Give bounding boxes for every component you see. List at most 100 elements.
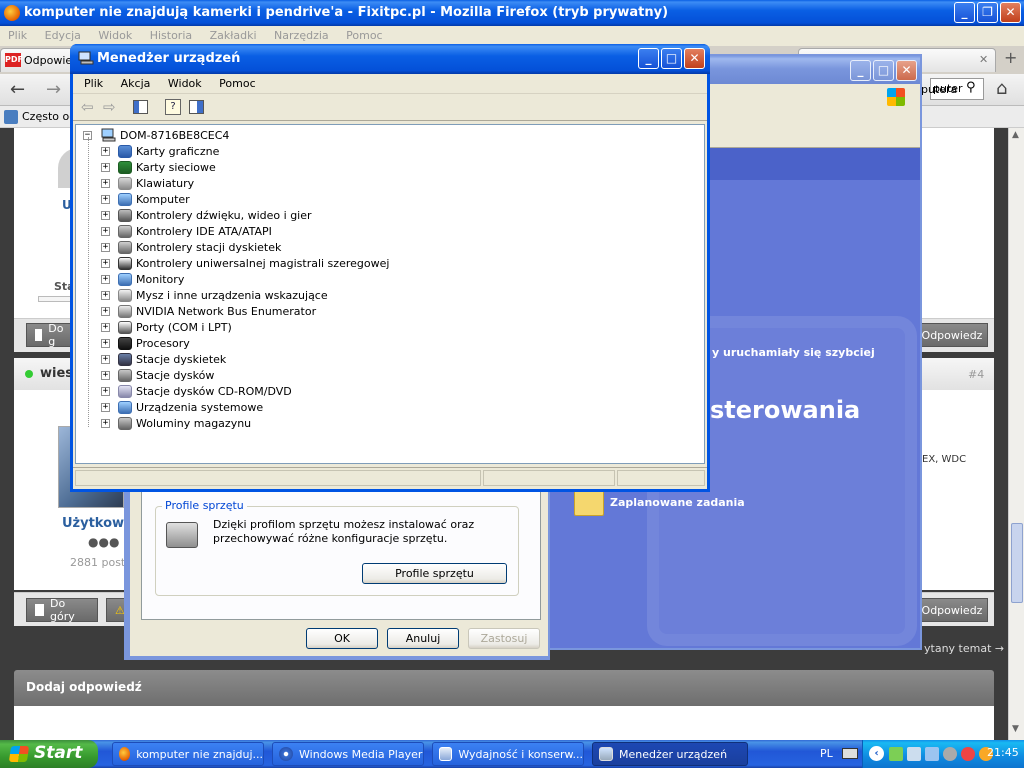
tree-item[interactable]: + Karty sieciowe <box>101 159 216 175</box>
tree-item[interactable]: + NVIDIA Network Bus Enumerator <box>101 303 316 319</box>
start-button[interactable]: Start <box>0 740 98 768</box>
dm-properties-icon[interactable] <box>189 100 204 114</box>
tree-item[interactable]: + Karty graficzne <box>101 143 219 159</box>
expand-icon[interactable]: + <box>101 194 110 204</box>
language-indicator[interactable]: PL <box>820 747 833 760</box>
firefox-scrollbar[interactable]: ▲ ▼ <box>1008 128 1024 740</box>
dm-back-icon[interactable]: ⇦ <box>81 98 94 116</box>
scroll-up-arrow-icon[interactable]: ▲ <box>1012 130 1019 140</box>
expand-icon[interactable]: + <box>101 306 110 316</box>
expand-icon[interactable]: + <box>101 354 110 364</box>
firefox-minimize-button[interactable]: _ <box>954 2 975 23</box>
reply-button-2[interactable]: Odpowiedz <box>916 598 988 622</box>
dm-minimize-button[interactable]: _ <box>638 48 659 69</box>
user2-name[interactable]: Użytkown <box>62 516 133 531</box>
up-top-button-2[interactable]: Do góry <box>26 597 98 623</box>
dm-menu-akcja[interactable]: Akcja <box>121 77 151 90</box>
cp-close-button[interactable]: ✕ <box>896 60 917 81</box>
home-icon[interactable]: ⌂ <box>996 78 1007 99</box>
tree-item[interactable]: + Urządzenia systemowe <box>101 399 263 415</box>
taskbar-item-firefox[interactable]: komputer nie znajduj... <box>112 742 264 766</box>
bookmark-label[interactable]: Często od <box>22 110 76 123</box>
reply-button-1[interactable]: Odpowiedz <box>916 323 988 347</box>
tree-item[interactable]: + Mysz i inne urządzenia wskazujące <box>101 287 328 303</box>
firefox-restore-button[interactable]: ❐ <box>977 2 998 23</box>
menu-pomoc[interactable]: Pomoc <box>346 29 382 42</box>
tray-network-icon[interactable] <box>889 747 903 761</box>
expand-icon[interactable]: + <box>101 338 110 348</box>
tree-item[interactable]: + Woluminy magazynu <box>101 415 251 431</box>
tray-pen-icon[interactable] <box>907 747 921 761</box>
device-manager-title-bar[interactable]: Menedżer urządzeń _ □ ✕ <box>70 44 710 74</box>
expand-icon[interactable]: + <box>101 210 110 220</box>
expand-icon[interactable]: + <box>101 162 110 172</box>
tab-close-icon[interactable]: ✕ <box>979 53 988 66</box>
new-tab-button[interactable]: + <box>1004 48 1017 67</box>
tree-item[interactable]: + Stacje dyskietek <box>101 351 226 367</box>
cancel-button[interactable]: Anuluj <box>387 628 459 649</box>
hardware-profiles-button[interactable]: Profile sprzętu <box>362 563 507 584</box>
up-top-button-1[interactable]: Do g <box>26 322 76 348</box>
expand-icon[interactable]: + <box>101 226 110 236</box>
tray-bluetooth-icon[interactable] <box>925 747 939 761</box>
dm-forward-icon[interactable]: ⇨ <box>103 98 116 116</box>
back-arrow-icon[interactable]: ← <box>10 79 25 100</box>
ok-button[interactable]: OK <box>306 628 378 649</box>
dm-help-properties-icon[interactable]: ? <box>165 99 181 115</box>
scheduled-tasks-link[interactable]: Zaplanowane zadania <box>610 496 745 509</box>
tree-item[interactable]: + Klawiatury <box>101 175 194 191</box>
post-number[interactable]: #4 <box>968 368 984 381</box>
expand-icon[interactable]: + <box>101 274 110 284</box>
device-tree[interactable]: − DOM-8716BE8CEC4 + Karty graficzne + Karty… <box>75 124 705 464</box>
expand-icon[interactable]: + <box>101 418 110 428</box>
taskbar-item-media-player[interactable]: Windows Media Player <box>272 742 424 766</box>
menu-edycja[interactable]: Edycja <box>45 29 81 42</box>
expand-icon[interactable]: + <box>101 402 110 412</box>
tray-expand-icon[interactable]: ‹ <box>869 746 884 761</box>
keyboard-layout-icon[interactable] <box>842 748 858 759</box>
firefox-close-button[interactable]: ✕ <box>1000 2 1021 23</box>
dm-menu-plik[interactable]: Plik <box>84 77 103 90</box>
cp-maximize-button[interactable]: □ <box>873 60 894 81</box>
tree-item[interactable]: + Stacje dysków <box>101 367 214 383</box>
tree-root[interactable]: − DOM-8716BE8CEC4 <box>83 127 229 143</box>
menu-widok[interactable]: Widok <box>98 29 132 42</box>
menu-historia[interactable]: Historia <box>150 29 192 42</box>
tree-item[interactable]: + Stacje dysków CD-ROM/DVD <box>101 383 292 399</box>
dm-maximize-button[interactable]: □ <box>661 48 682 69</box>
tree-item[interactable]: + Komputer <box>101 191 190 207</box>
expand-icon[interactable]: + <box>101 258 110 268</box>
clock[interactable]: 21:45 <box>987 746 1019 759</box>
tree-item[interactable]: + Kontrolery IDE ATA/ATAPI <box>101 223 272 239</box>
tree-item[interactable]: + Kontrolery uniwersalnej magistrali szer… <box>101 255 389 271</box>
forward-arrow-icon[interactable]: → <box>46 79 61 100</box>
cp-search-icon[interactable]: ⚲ <box>966 80 976 95</box>
tree-item[interactable]: + Kontrolery stacji dyskietek <box>101 239 281 255</box>
tray-shield-icon[interactable] <box>961 747 975 761</box>
expand-icon[interactable]: + <box>101 290 110 300</box>
expand-icon[interactable]: + <box>101 370 110 380</box>
apply-button[interactable]: Zastosuj <box>468 628 540 649</box>
expand-icon[interactable]: + <box>101 178 110 188</box>
menu-zakladki[interactable]: Zakładki <box>210 29 257 42</box>
taskbar-item-device-manager[interactable]: Menedżer urządzeń <box>592 742 748 766</box>
expand-icon[interactable]: + <box>101 322 110 332</box>
expand-icon[interactable]: + <box>101 242 110 252</box>
dm-menu-pomoc[interactable]: Pomoc <box>219 77 255 90</box>
expand-icon[interactable]: + <box>101 146 110 156</box>
menu-narzedzia[interactable]: Narzędzia <box>274 29 329 42</box>
taskbar-item-control-panel[interactable]: Wydajność i konserw... <box>432 742 584 766</box>
scroll-down-arrow-icon[interactable]: ▼ <box>1012 724 1019 734</box>
cp-minimize-button[interactable]: _ <box>850 60 871 81</box>
tree-item[interactable]: + Porty (COM i LPT) <box>101 319 232 335</box>
tree-item[interactable]: + Procesory <box>101 335 190 351</box>
dm-menu-widok[interactable]: Widok <box>168 77 202 90</box>
dm-close-button[interactable]: ✕ <box>684 48 705 69</box>
next-topic-link[interactable]: ytany temat → <box>924 642 1004 655</box>
tray-disc-icon[interactable] <box>943 747 957 761</box>
menu-plik[interactable]: Plik <box>8 29 27 42</box>
firefox-tab-1[interactable]: PDF Odpowiedz <box>0 48 85 72</box>
scroll-thumb[interactable] <box>1011 523 1023 603</box>
tree-item[interactable]: + Monitory <box>101 271 184 287</box>
expand-icon[interactable]: + <box>101 386 110 396</box>
